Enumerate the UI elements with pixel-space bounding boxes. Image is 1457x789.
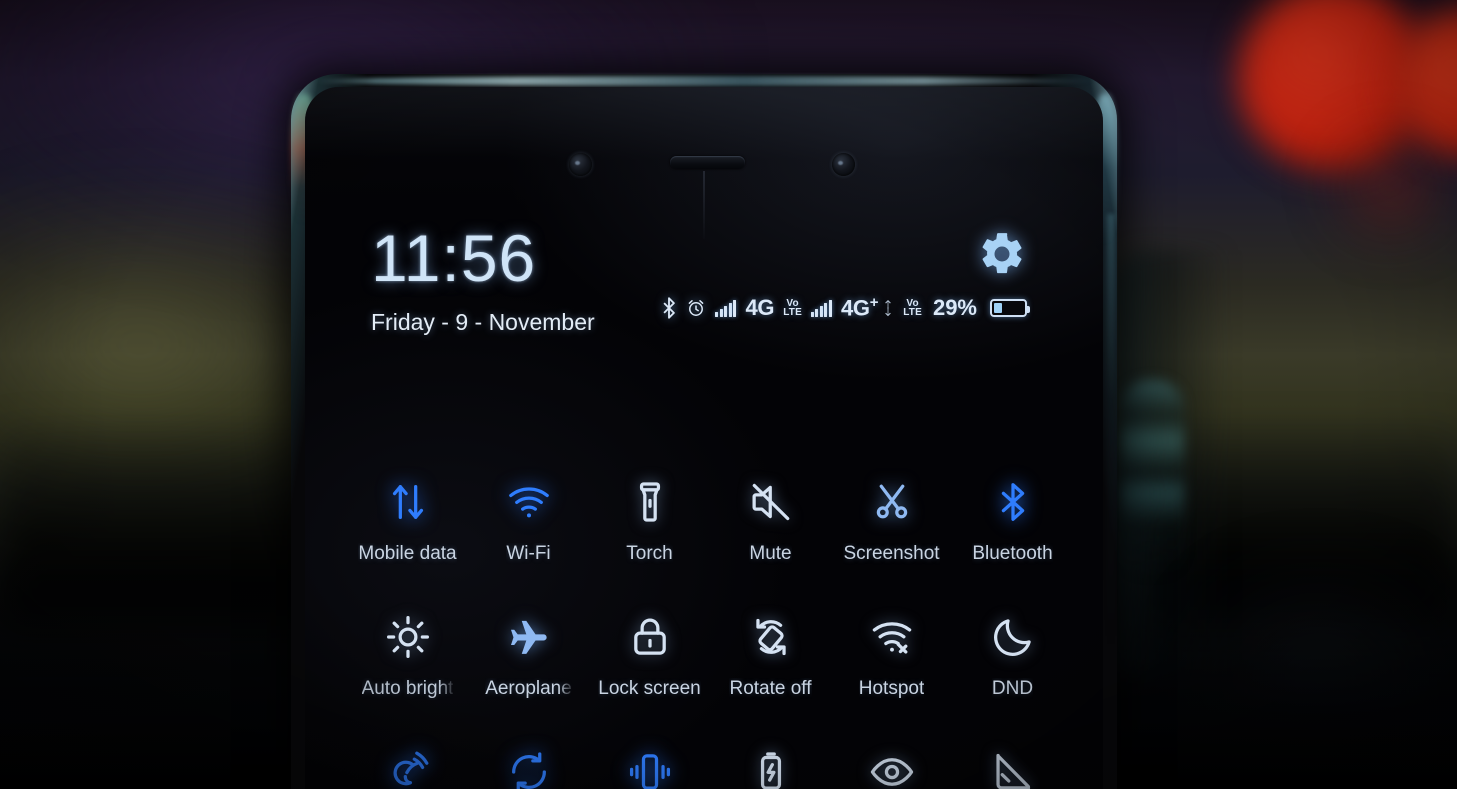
- signal-bars-icon-sim2: [810, 299, 832, 317]
- volte-bottom: LTE: [783, 307, 802, 318]
- scissors-icon: [869, 469, 915, 535]
- gear-icon: [977, 233, 1027, 283]
- wifi-icon: [506, 469, 552, 535]
- mute-speaker-icon: [748, 469, 794, 535]
- battery-percentage: 29%: [932, 295, 977, 320]
- quick-setting-tile-wifi[interactable]: Wi-Fi: [468, 459, 589, 594]
- quick-setting-tile-torch[interactable]: Torch: [589, 459, 710, 594]
- moon-icon: [990, 604, 1036, 670]
- front-camera-icon: [569, 153, 592, 176]
- phone-device: 11:56 Friday - 9 - November 4G Vo LTE 4G…: [291, 74, 1117, 789]
- quick-setting-label-mobile-data: Mobile data: [358, 543, 457, 564]
- gps-location-icon: [385, 739, 431, 789]
- clock-time: 11:56: [371, 221, 537, 295]
- eye-icon: [869, 739, 915, 789]
- quick-setting-label-dnd: DND: [991, 678, 1034, 699]
- hotspot-icon: [869, 604, 915, 670]
- quick-settings-grid: Mobile data Wi-Fi Torch Mute Screenshot Bluet…: [347, 459, 1073, 789]
- quick-setting-tile-lock-screen[interactable]: Lock screen: [589, 594, 710, 729]
- phone-screen[interactable]: 11:56 Friday - 9 - November 4G Vo LTE 4G…: [305, 87, 1103, 789]
- rotate-lock-icon: [748, 604, 794, 670]
- notification-shade-header: 11:56 Friday - 9 - November 4G Vo LTE 4G…: [371, 225, 1063, 341]
- quick-setting-tile-mobile-data[interactable]: Mobile data: [347, 459, 468, 594]
- quick-setting-label-bluetooth: Bluetooth: [972, 543, 1053, 564]
- brightness-sun-icon: [385, 604, 431, 670]
- quick-setting-label-torch: Torch: [626, 543, 673, 564]
- buttons-icon: [990, 739, 1036, 789]
- padlock-icon: [627, 604, 673, 670]
- phone-top-edge-highlight: [313, 76, 1095, 86]
- flashlight-icon: [627, 469, 673, 535]
- network-type-sim1: 4G: [745, 295, 775, 320]
- quick-setting-label-hotspot: Hotspot: [858, 678, 925, 699]
- airplane-icon: [506, 604, 552, 670]
- earpiece-speaker-icon: [670, 156, 745, 169]
- quick-setting-label-aeroplane: Aeroplane: [485, 678, 572, 699]
- quick-setting-tile-gps[interactable]: GPS: [347, 729, 468, 789]
- quick-setting-tile-vibrate[interactable]: Vibrate: [589, 729, 710, 789]
- quick-setting-tile-rotate-off[interactable]: Rotate off: [710, 594, 831, 729]
- quick-setting-tile-buttons[interactable]: Buttons: [952, 729, 1073, 789]
- quick-setting-tile-sync[interactable]: Sync: [468, 729, 589, 789]
- vibrate-phone-icon: [627, 739, 673, 789]
- quick-setting-label-auto-brightness: Auto bright: [361, 678, 454, 699]
- volte-icon-sim1: Vo LTE: [783, 298, 802, 318]
- mobile-data-icon: [385, 469, 431, 535]
- bluetooth-icon: [990, 469, 1036, 535]
- network-type-sim2: 4G+: [840, 294, 879, 321]
- quick-setting-label-screenshot: Screenshot: [843, 543, 940, 564]
- battery-icon: [990, 299, 1030, 317]
- bluetooth-icon: [661, 297, 677, 319]
- quick-setting-tile-reading-mode[interactable]: Reading mo: [831, 729, 952, 789]
- battery-bolt-icon: [748, 739, 794, 789]
- phone-right-edge-highlight: [1107, 214, 1115, 789]
- signal-bars-icon: [715, 299, 737, 317]
- quick-setting-tile-battery-saver[interactable]: Battery saver: [710, 729, 831, 789]
- screenshot-scene: 11:56 Friday - 9 - November 4G Vo LTE 4G…: [0, 0, 1457, 789]
- quick-setting-label-lock-screen: Lock screen: [598, 678, 701, 699]
- quick-setting-tile-aeroplane[interactable]: Aeroplane: [468, 594, 589, 729]
- sync-arrows-icon: [506, 739, 552, 789]
- front-camera-secondary-icon: [832, 153, 855, 176]
- bokeh-light-red-faint: [1330, 130, 1450, 240]
- quick-setting-tile-screenshot[interactable]: Screenshot: [831, 459, 952, 594]
- network-plus: +: [869, 294, 879, 312]
- quick-setting-label-wifi: Wi-Fi: [506, 543, 551, 564]
- status-bar: 4G Vo LTE 4G+ Vo LTE 29%: [661, 293, 1030, 323]
- quick-setting-tile-hotspot[interactable]: Hotspot: [831, 594, 952, 729]
- data-transfer-arrows-icon: [885, 299, 894, 317]
- quick-setting-tile-dnd[interactable]: DND: [952, 594, 1073, 729]
- quick-setting-label-rotate-off: Rotate off: [729, 678, 812, 699]
- volte-bottom-2: LTE: [903, 307, 922, 318]
- quick-setting-tile-auto-brightness[interactable]: Auto bright: [347, 594, 468, 729]
- phone-top-bezel: [305, 87, 1103, 239]
- quick-setting-label-mute: Mute: [749, 543, 792, 564]
- settings-button[interactable]: [977, 229, 1027, 279]
- volte-icon-sim2: Vo LTE: [903, 298, 922, 318]
- quick-setting-tile-mute[interactable]: Mute: [710, 459, 831, 594]
- quick-setting-tile-bluetooth[interactable]: Bluetooth: [952, 459, 1073, 594]
- alarm-clock-icon: [686, 298, 706, 318]
